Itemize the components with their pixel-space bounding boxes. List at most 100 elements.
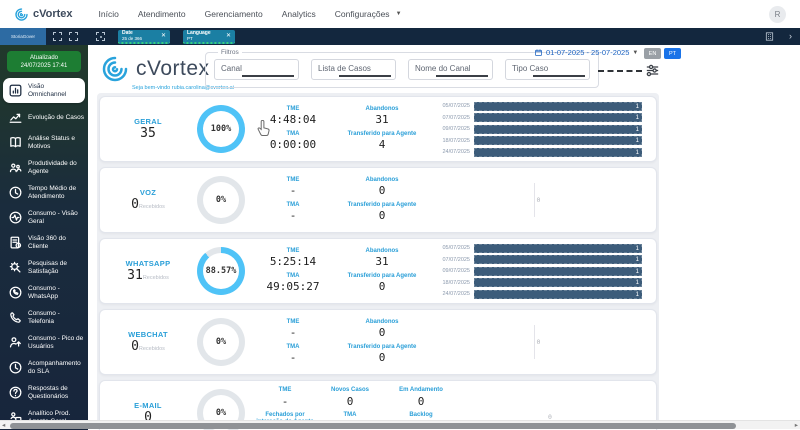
extension-chip[interactable]: StoriaGover bbox=[0, 28, 46, 45]
topnav-item-analytics[interactable]: Analytics bbox=[282, 9, 316, 19]
bar-row: 07/07/20251 bbox=[432, 254, 642, 265]
sidebar-item-label: Visão 360 do Cliente bbox=[28, 235, 86, 251]
sidebar-item-consumo-telefonia[interactable]: Consumo - Telefonia bbox=[0, 305, 88, 330]
channel-card-voz: VOZ0Recebidos0%TME-Abandonos0TMA-Transfe… bbox=[99, 167, 657, 233]
sidebar-item-produtividade-do-agente[interactable]: Produtividade do Agente bbox=[0, 155, 88, 180]
sidebar-item-respostas-de-question-rios[interactable]: Respostas de Questionários bbox=[0, 380, 88, 405]
chevron-down-icon: ▼ bbox=[632, 50, 638, 56]
channel-label-block: VOZ0Recebidos bbox=[108, 188, 188, 213]
filter-sliders-icon[interactable] bbox=[644, 62, 661, 79]
sidebar-item-acompanhamento-do-sla[interactable]: Acompanhamento do SLA bbox=[0, 355, 88, 380]
filter-input-canal[interactable]: Canal bbox=[214, 59, 299, 80]
sidebar-item-consumo-vis-o-geral[interactable]: Consumo - Visão Geral bbox=[0, 205, 88, 230]
filter-input-tipo-caso[interactable]: Tipo Caso bbox=[505, 59, 590, 80]
sidebar-item-pesquisas-de-satisfa-o[interactable]: Pesquisas de Satisfação bbox=[0, 255, 88, 280]
topnav-item-atendimento[interactable]: Atendimento bbox=[138, 9, 186, 19]
close-icon[interactable]: ✕ bbox=[226, 32, 231, 39]
metric-header: Transferido para Agente bbox=[332, 202, 432, 210]
sidebar-item-label: Respostas de Questionários bbox=[28, 385, 86, 401]
topnav-logo[interactable]: cVortex bbox=[14, 7, 73, 22]
lang-pt-button[interactable]: PT bbox=[664, 48, 681, 59]
channel-cards-list: GERAL35100%TME4:48:04Abandonos31TMA0:00:… bbox=[97, 93, 659, 430]
horizontal-scrollbar-thumb[interactable] bbox=[10, 423, 736, 429]
whatsapp-icon bbox=[8, 285, 23, 300]
bar-row: 07/07/20251 bbox=[432, 112, 642, 123]
book-icon bbox=[8, 135, 23, 150]
input-underline bbox=[339, 75, 391, 77]
channel-received-count: 31Recebidos bbox=[108, 268, 188, 284]
metric-tma: TMA0:00:00 bbox=[254, 131, 332, 153]
sidebar-item-label: Tempo Médio de Atendimento bbox=[28, 185, 86, 201]
bar-row: 05/07/20251 bbox=[432, 101, 642, 112]
sidebar-item-vis-o-360-do-cliente[interactable]: Visão 360 do Cliente bbox=[0, 230, 88, 255]
extension-tag-date[interactable]: Date25 de 366✕ bbox=[118, 30, 170, 44]
sidebar-item-consumo-pico-de-usu-rios[interactable]: Consumo - Pico de Usuários bbox=[0, 330, 88, 355]
channel-name: WEBCHAT bbox=[108, 330, 188, 339]
donut-wrap: 0% bbox=[188, 176, 254, 224]
sidebar-item-vis-o-omnichannel[interactable]: Visão Omnichannel bbox=[3, 78, 85, 103]
metric-value: 0 bbox=[332, 326, 432, 340]
activity-icon bbox=[8, 210, 23, 225]
user-avatar[interactable]: R bbox=[769, 6, 786, 23]
channel-name: E-MAIL bbox=[108, 401, 188, 410]
scroll-right-arrow-icon[interactable]: ▸ bbox=[795, 421, 798, 430]
topnav-menu: Início Atendimento Gerenciamento Analytics C… bbox=[99, 9, 402, 19]
clock-icon bbox=[8, 185, 23, 200]
sidebar: Atualizado 24/07/2025 17:41 Visão Omnich… bbox=[0, 45, 88, 430]
metric-value: 0 bbox=[332, 184, 432, 198]
phone-icon bbox=[8, 310, 23, 325]
horizontal-scrollbar[interactable]: ◂ ▸ bbox=[0, 420, 800, 429]
metric-value: 5:25:14 bbox=[254, 255, 332, 269]
capture-region-icon[interactable] bbox=[53, 32, 62, 41]
bar: 1 bbox=[474, 148, 642, 157]
channel-name: GERAL bbox=[108, 117, 188, 126]
sidebar-item-an-lise-status-e-motivos[interactable]: Análise Status e Motivos bbox=[0, 130, 88, 155]
record-target-icon[interactable] bbox=[96, 32, 105, 41]
bar-row: 24/07/20251 bbox=[432, 289, 642, 300]
metric-value: - bbox=[254, 351, 332, 365]
bar-date-label: 05/07/2025 bbox=[432, 245, 470, 251]
bar-row: 18/07/20251 bbox=[432, 135, 642, 146]
metric-value: - bbox=[254, 209, 332, 223]
metric-header: Transferido para Agente bbox=[332, 131, 432, 139]
apps-grid-icon[interactable] bbox=[764, 31, 775, 42]
sidebar-item-label: Evolução de Casos bbox=[28, 114, 86, 122]
capture-window-icon[interactable] bbox=[69, 32, 78, 41]
metric-value: - bbox=[254, 184, 332, 198]
scroll-left-arrow-icon[interactable]: ◂ bbox=[2, 421, 5, 430]
metric-header: Transferido para Agente bbox=[332, 273, 432, 281]
chevron-right-icon[interactable]: › bbox=[789, 32, 792, 41]
lang-en-button[interactable]: EN bbox=[644, 48, 661, 59]
extension-tag-language[interactable]: LanguagePT✕ bbox=[183, 30, 235, 44]
topnav-item-configura-es[interactable]: Configurações bbox=[335, 9, 390, 19]
chart-zero-label: 0 bbox=[537, 196, 541, 204]
calendar-icon bbox=[534, 48, 543, 57]
dashed-connector bbox=[598, 70, 642, 72]
sidebar-item-tempo-m-dio-de-atendimento[interactable]: Tempo Médio de Atendimento bbox=[0, 180, 88, 205]
top-navbar: cVortex Início Atendimento Gerenciamento An… bbox=[0, 0, 800, 28]
date-range-picker[interactable]: 01-07-2025 - 25-07-2025 ▼ bbox=[534, 48, 638, 57]
metric-value: 49:05:27 bbox=[254, 280, 332, 294]
sidebar-item-evolu-o-de-casos[interactable]: Evolução de Casos bbox=[0, 105, 88, 130]
filter-input-nome-do-canal[interactable]: Nome do Canal bbox=[408, 59, 493, 80]
channel-received-count: 0Recebidos bbox=[108, 197, 188, 213]
bar: 1 bbox=[474, 267, 642, 276]
channel-label-block: WEBCHAT0Recebidos bbox=[108, 330, 188, 355]
sidebar-item-consumo-whatsapp[interactable]: Consumo - WhatsApp bbox=[0, 280, 88, 305]
bar-date-label: 07/07/2025 bbox=[432, 257, 470, 263]
metric-value: 4 bbox=[332, 138, 432, 152]
bar-date-label: 24/07/2025 bbox=[432, 149, 470, 155]
input-underline bbox=[533, 75, 585, 77]
metric-header: Abandonos bbox=[332, 248, 432, 256]
filter-input-lista-de-casos[interactable]: Lista de Casos bbox=[311, 59, 396, 80]
topnav-item-in-cio[interactable]: Início bbox=[99, 9, 119, 19]
main-content: cVortex Seja bem-vindo rubia.carolina@cv… bbox=[88, 45, 800, 430]
bar-date-label: 09/07/2025 bbox=[432, 268, 470, 274]
metric-value: - bbox=[254, 395, 316, 409]
metric-header: Novos Casos bbox=[316, 387, 384, 395]
metric-value: 0 bbox=[384, 395, 458, 409]
close-icon[interactable]: ✕ bbox=[161, 32, 166, 39]
topnav-item-gerenciamento[interactable]: Gerenciamento bbox=[205, 9, 263, 19]
sidebar-item-label: Consumo - Telefonia bbox=[28, 310, 86, 326]
metric-value: 31 bbox=[332, 255, 432, 269]
